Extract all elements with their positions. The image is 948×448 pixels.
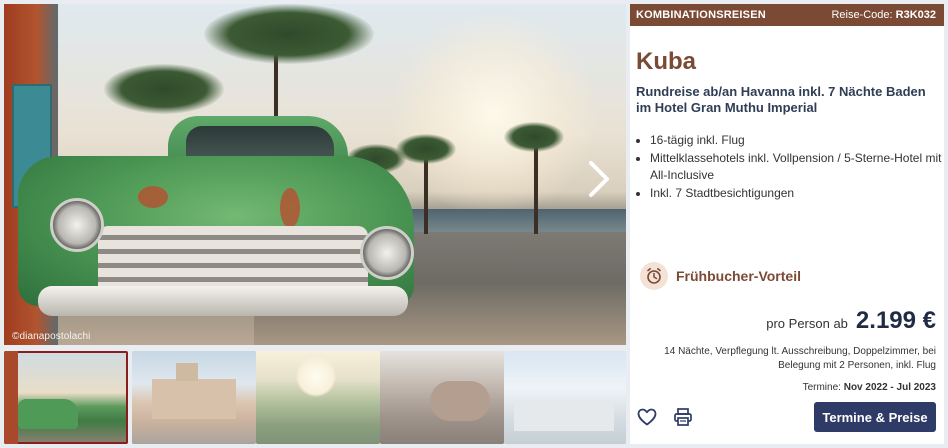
thumbnail-field[interactable] <box>256 351 380 444</box>
trip-card: ©dianapostolachi KOMBINATIONSREISEN Reis… <box>0 0 948 448</box>
early-bird-badge: Frühbucher-Vorteil <box>640 261 801 291</box>
action-icons <box>636 406 694 428</box>
heart-icon[interactable] <box>636 406 658 428</box>
thumbnail-strip <box>4 351 626 444</box>
feature-list: 16-tägig inkl. Flug Mittelklassehotels i… <box>636 132 948 203</box>
palm-tree <box>424 154 428 234</box>
palm-crown <box>504 122 564 152</box>
vintage-car <box>18 116 414 326</box>
sun-glow <box>384 14 604 214</box>
thumbnail-hands[interactable] <box>380 351 504 444</box>
palm-crown <box>104 64 224 114</box>
trip-code: Reise-Code: R3K032 <box>831 9 936 21</box>
thumbnail-car[interactable] <box>4 351 128 444</box>
feature-item: Inkl. 7 Stadtbesichtigungen <box>650 185 948 202</box>
chevron-right-icon[interactable] <box>586 159 612 199</box>
palm-tree <box>534 144 538 234</box>
dates-prices-button[interactable]: Termine & Preise <box>814 402 936 432</box>
travel-dates: Termine: Nov 2022 - Jul 2023 <box>802 382 936 393</box>
feature-item: 16-tägig inkl. Flug <box>650 132 948 149</box>
price-details: 14 Nächte, Verpflegung lt. Ausschreibung… <box>664 346 936 371</box>
photo-credit: ©dianapostolachi <box>12 331 91 342</box>
price-prefix: pro Person ab <box>766 316 848 331</box>
trip-subtitle: Rundreise ab/an Havanna inkl. 7 Nächte B… <box>636 84 926 115</box>
thumbnail-city[interactable] <box>504 351 626 444</box>
category-bar: KOMBINATIONSREISEN Reise-Code: R3K032 <box>630 4 944 26</box>
feature-item: Mittelklassehotels inkl. Vollpension / 5… <box>650 150 948 184</box>
thumbnail-building[interactable] <box>132 351 256 444</box>
info-panel: KOMBINATIONSREISEN Reise-Code: R3K032 Ku… <box>630 4 944 444</box>
category-label: KOMBINATIONSREISEN <box>636 9 766 21</box>
alarm-clock-icon <box>640 262 668 290</box>
palm-crown <box>204 4 374 64</box>
printer-icon[interactable] <box>672 406 694 428</box>
destination-title: Kuba <box>636 48 696 75</box>
price-row: pro Person ab 2.199 € <box>766 307 936 335</box>
early-bird-label: Frühbucher-Vorteil <box>676 268 801 284</box>
hero-image[interactable]: ©dianapostolachi <box>4 4 626 345</box>
price: 2.199 € <box>855 307 936 334</box>
